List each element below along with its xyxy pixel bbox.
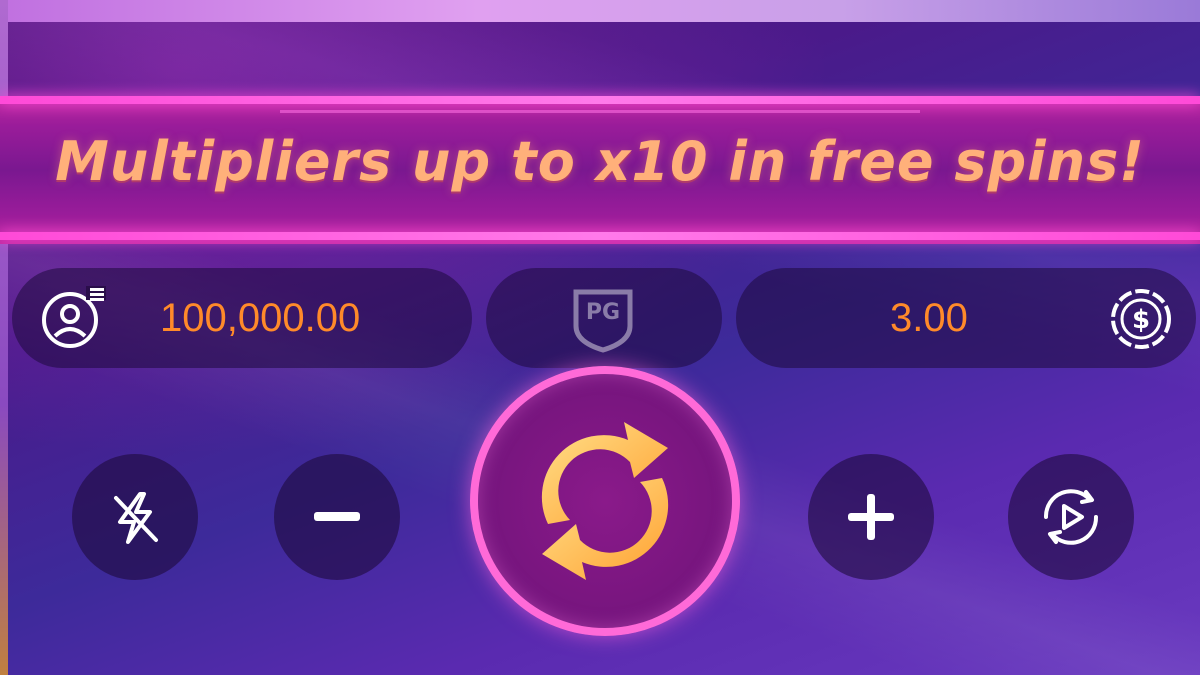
turbo-off-icon: [114, 492, 158, 544]
balance-value: 100,000.00: [160, 296, 361, 340]
account-menu-icon[interactable]: [38, 284, 108, 358]
spin-arrows-icon: [541, 422, 669, 580]
spin-button[interactable]: [470, 366, 740, 636]
svg-text:$: $: [1132, 305, 1150, 335]
decrease-bet-button[interactable]: [274, 454, 400, 580]
autoplay-button[interactable]: [1008, 454, 1134, 580]
plus-icon: [848, 494, 894, 540]
increase-bet-button[interactable]: [808, 454, 934, 580]
top-strip: [0, 0, 1200, 22]
dollar-coin-icon[interactable]: $: [1106, 284, 1176, 358]
minus-icon: [314, 512, 360, 521]
banner-line-bottom: [0, 232, 1200, 240]
banner-line-top: [0, 96, 1200, 104]
banner-text: Multipliers up to x10 in free spins!: [55, 130, 1145, 193]
pg-logo-text: PG: [585, 300, 621, 325]
bet-value: 3.00: [890, 296, 968, 340]
turbo-button[interactable]: [72, 454, 198, 580]
autoplay-icon: [1043, 489, 1099, 545]
